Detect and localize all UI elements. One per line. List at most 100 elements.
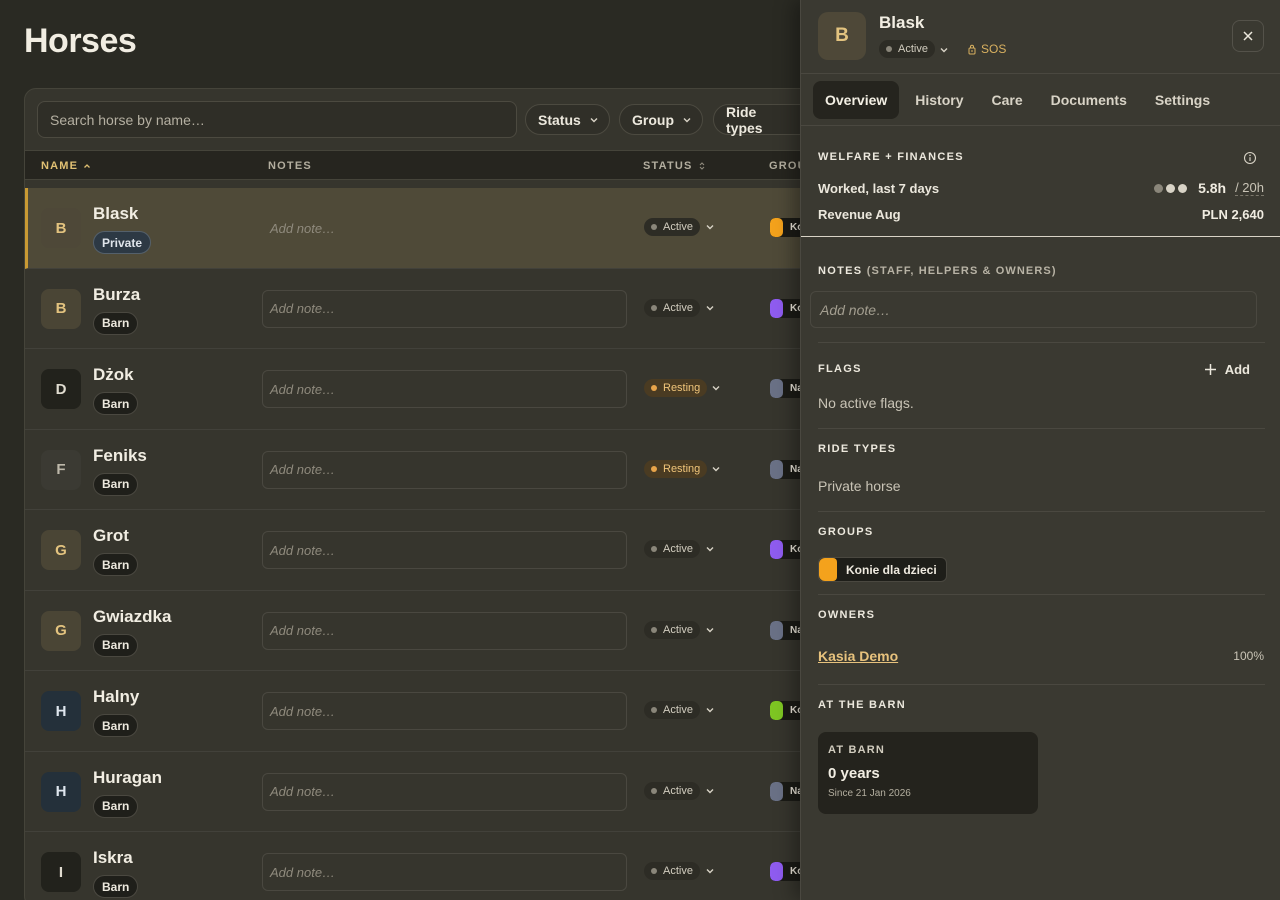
group-chip-label: Ko <box>790 866 800 877</box>
add-flag-button[interactable]: Add <box>1204 362 1250 377</box>
group-filter-button[interactable]: Group <box>619 104 703 135</box>
status-badge[interactable]: Resting <box>644 379 708 397</box>
table-row[interactable]: H Huragan Barn Add note… Active Na <box>25 752 800 832</box>
table-row[interactable]: D Dżok Barn Add note… Resting Na <box>25 349 800 430</box>
note-input[interactable]: Add note… <box>262 209 627 247</box>
table-row[interactable]: H Halny Barn Add note… Active Ko <box>25 671 800 752</box>
status-badge[interactable]: Active <box>644 298 700 317</box>
chevron-down-icon[interactable] <box>705 544 715 554</box>
note-input[interactable]: Add note… <box>262 611 627 650</box>
add-flag-label: Add <box>1224 362 1250 377</box>
table-row[interactable]: G Grot Barn Add note… Active Ko <box>25 510 800 591</box>
at-barn-card-value: 0 years <box>828 765 880 782</box>
chevron-down-icon[interactable] <box>705 705 715 715</box>
group-chip[interactable]: Konie dla dzieci <box>818 557 947 582</box>
group-chip[interactable]: Na <box>770 379 800 398</box>
horse-name[interactable]: Dżok <box>93 365 134 385</box>
ride-types-filter-button[interactable]: Ride types <box>713 104 800 136</box>
table-row[interactable]: I Iskra Barn Add note… Active Ko <box>25 832 800 900</box>
note-input[interactable]: Add note… <box>262 692 627 730</box>
status-filter-button[interactable]: Status <box>525 104 610 135</box>
flags-section-title: FLAGS <box>818 363 862 375</box>
horse-avatar: G <box>41 530 81 570</box>
status-dot <box>651 868 657 874</box>
owner-link[interactable]: Kasia Demo <box>818 648 898 664</box>
section-divider <box>818 594 1265 595</box>
worked-hours: 5.8h <box>1198 180 1227 196</box>
group-chip[interactable]: Ko <box>770 298 800 318</box>
group-chip-label: Ko <box>790 222 800 233</box>
status-dot <box>651 787 657 794</box>
table-body: B Blask Private Add note… Active Ko B Bu… <box>25 188 800 900</box>
horse-name[interactable]: Burza <box>93 285 140 305</box>
table-row[interactable]: F Feniks Barn Add note… Resting Na <box>25 430 800 510</box>
table-row[interactable]: B Blask Private Add note… Active Ko <box>25 188 800 269</box>
column-header-name[interactable]: NAME <box>41 160 91 172</box>
revenue-label: Revenue Aug <box>818 207 901 222</box>
tab-history[interactable]: History <box>903 81 975 119</box>
chevron-down-icon[interactable] <box>711 383 721 393</box>
note-placeholder: Add note… <box>270 542 336 558</box>
group-chip[interactable]: Ko <box>770 862 800 881</box>
status-badge[interactable]: Resting <box>644 459 708 478</box>
horse-name[interactable]: Gwiazdka <box>93 607 171 627</box>
note-input[interactable]: Add note… <box>262 370 627 408</box>
status-badge[interactable]: Active <box>644 540 700 558</box>
horse-name[interactable]: Halny <box>93 687 139 707</box>
horse-avatar: H <box>41 691 81 731</box>
note-placeholder: Add note… <box>270 301 336 316</box>
chevron-down-icon[interactable] <box>705 303 715 313</box>
notes-input[interactable]: Add note… <box>810 291 1257 328</box>
horse-avatar: F <box>41 449 81 490</box>
status-badge[interactable]: Active <box>644 218 700 236</box>
column-header-group-label: GROU <box>769 160 800 172</box>
horse-name[interactable]: Huragan <box>93 768 162 788</box>
note-input[interactable]: Add note… <box>262 772 627 811</box>
sos-label: SOS <box>981 42 1007 56</box>
tab-settings[interactable]: Settings <box>1143 81 1222 119</box>
group-chip[interactable]: Na <box>770 781 800 801</box>
status-badge[interactable]: Active <box>644 620 700 639</box>
group-chip[interactable]: Ko <box>770 540 800 559</box>
close-button[interactable] <box>1232 20 1264 52</box>
group-color-swatch <box>770 620 783 640</box>
note-input[interactable]: Add note… <box>262 531 627 569</box>
info-icon[interactable] <box>1243 151 1257 165</box>
sos-button[interactable]: SOS <box>967 42 1006 56</box>
horse-name[interactable]: Iskra <box>93 848 133 868</box>
ride-type-value: Private horse <box>818 478 901 494</box>
horse-name[interactable]: Feniks <box>93 446 147 466</box>
chevron-down-icon[interactable] <box>705 222 715 232</box>
horse-name[interactable]: Grot <box>93 526 129 546</box>
status-dropdown[interactable]: Active <box>879 40 935 58</box>
note-input[interactable]: Add note… <box>262 289 627 328</box>
column-header-status[interactable]: STATUS <box>643 160 706 172</box>
chevron-down-icon[interactable] <box>939 45 949 55</box>
table-row[interactable]: B Burza Barn Add note… Active Ko <box>25 269 800 349</box>
status-badge[interactable]: Active <box>644 701 700 719</box>
status-badge[interactable]: Active <box>644 862 700 880</box>
chevron-down-icon[interactable] <box>711 464 721 474</box>
group-chip[interactable]: Ko <box>770 701 800 720</box>
table-row[interactable]: G Gwiazdka Barn Add note… Active Na <box>25 591 800 671</box>
tab-care[interactable]: Care <box>980 81 1035 119</box>
note-input[interactable]: Add note… <box>262 853 627 891</box>
group-chip[interactable]: Ko <box>770 218 800 237</box>
status-badge[interactable]: Active <box>644 781 700 800</box>
column-header-group[interactable]: GROU <box>769 160 800 172</box>
tab-overview[interactable]: Overview <box>813 81 900 119</box>
note-input[interactable]: Add note… <box>262 450 627 489</box>
tab-documents[interactable]: Documents <box>1039 81 1139 119</box>
column-header-status-label: STATUS <box>643 160 693 172</box>
groups-section-title: GROUPS <box>818 526 874 538</box>
horse-name[interactable]: Blask <box>93 204 138 224</box>
group-filter-label: Group <box>632 111 674 128</box>
chevron-down-icon[interactable] <box>705 786 715 796</box>
group-chip[interactable]: Na <box>770 459 800 479</box>
toolbar: Search horse by name… Status Group Ride … <box>25 89 800 150</box>
search-input[interactable]: Search horse by name… <box>37 101 517 138</box>
group-chip[interactable]: Na <box>770 620 800 640</box>
chevron-down-icon[interactable] <box>705 625 715 635</box>
chevron-down-icon[interactable] <box>705 866 715 876</box>
revenue-value: PLN 2,640 <box>1201 207 1264 222</box>
